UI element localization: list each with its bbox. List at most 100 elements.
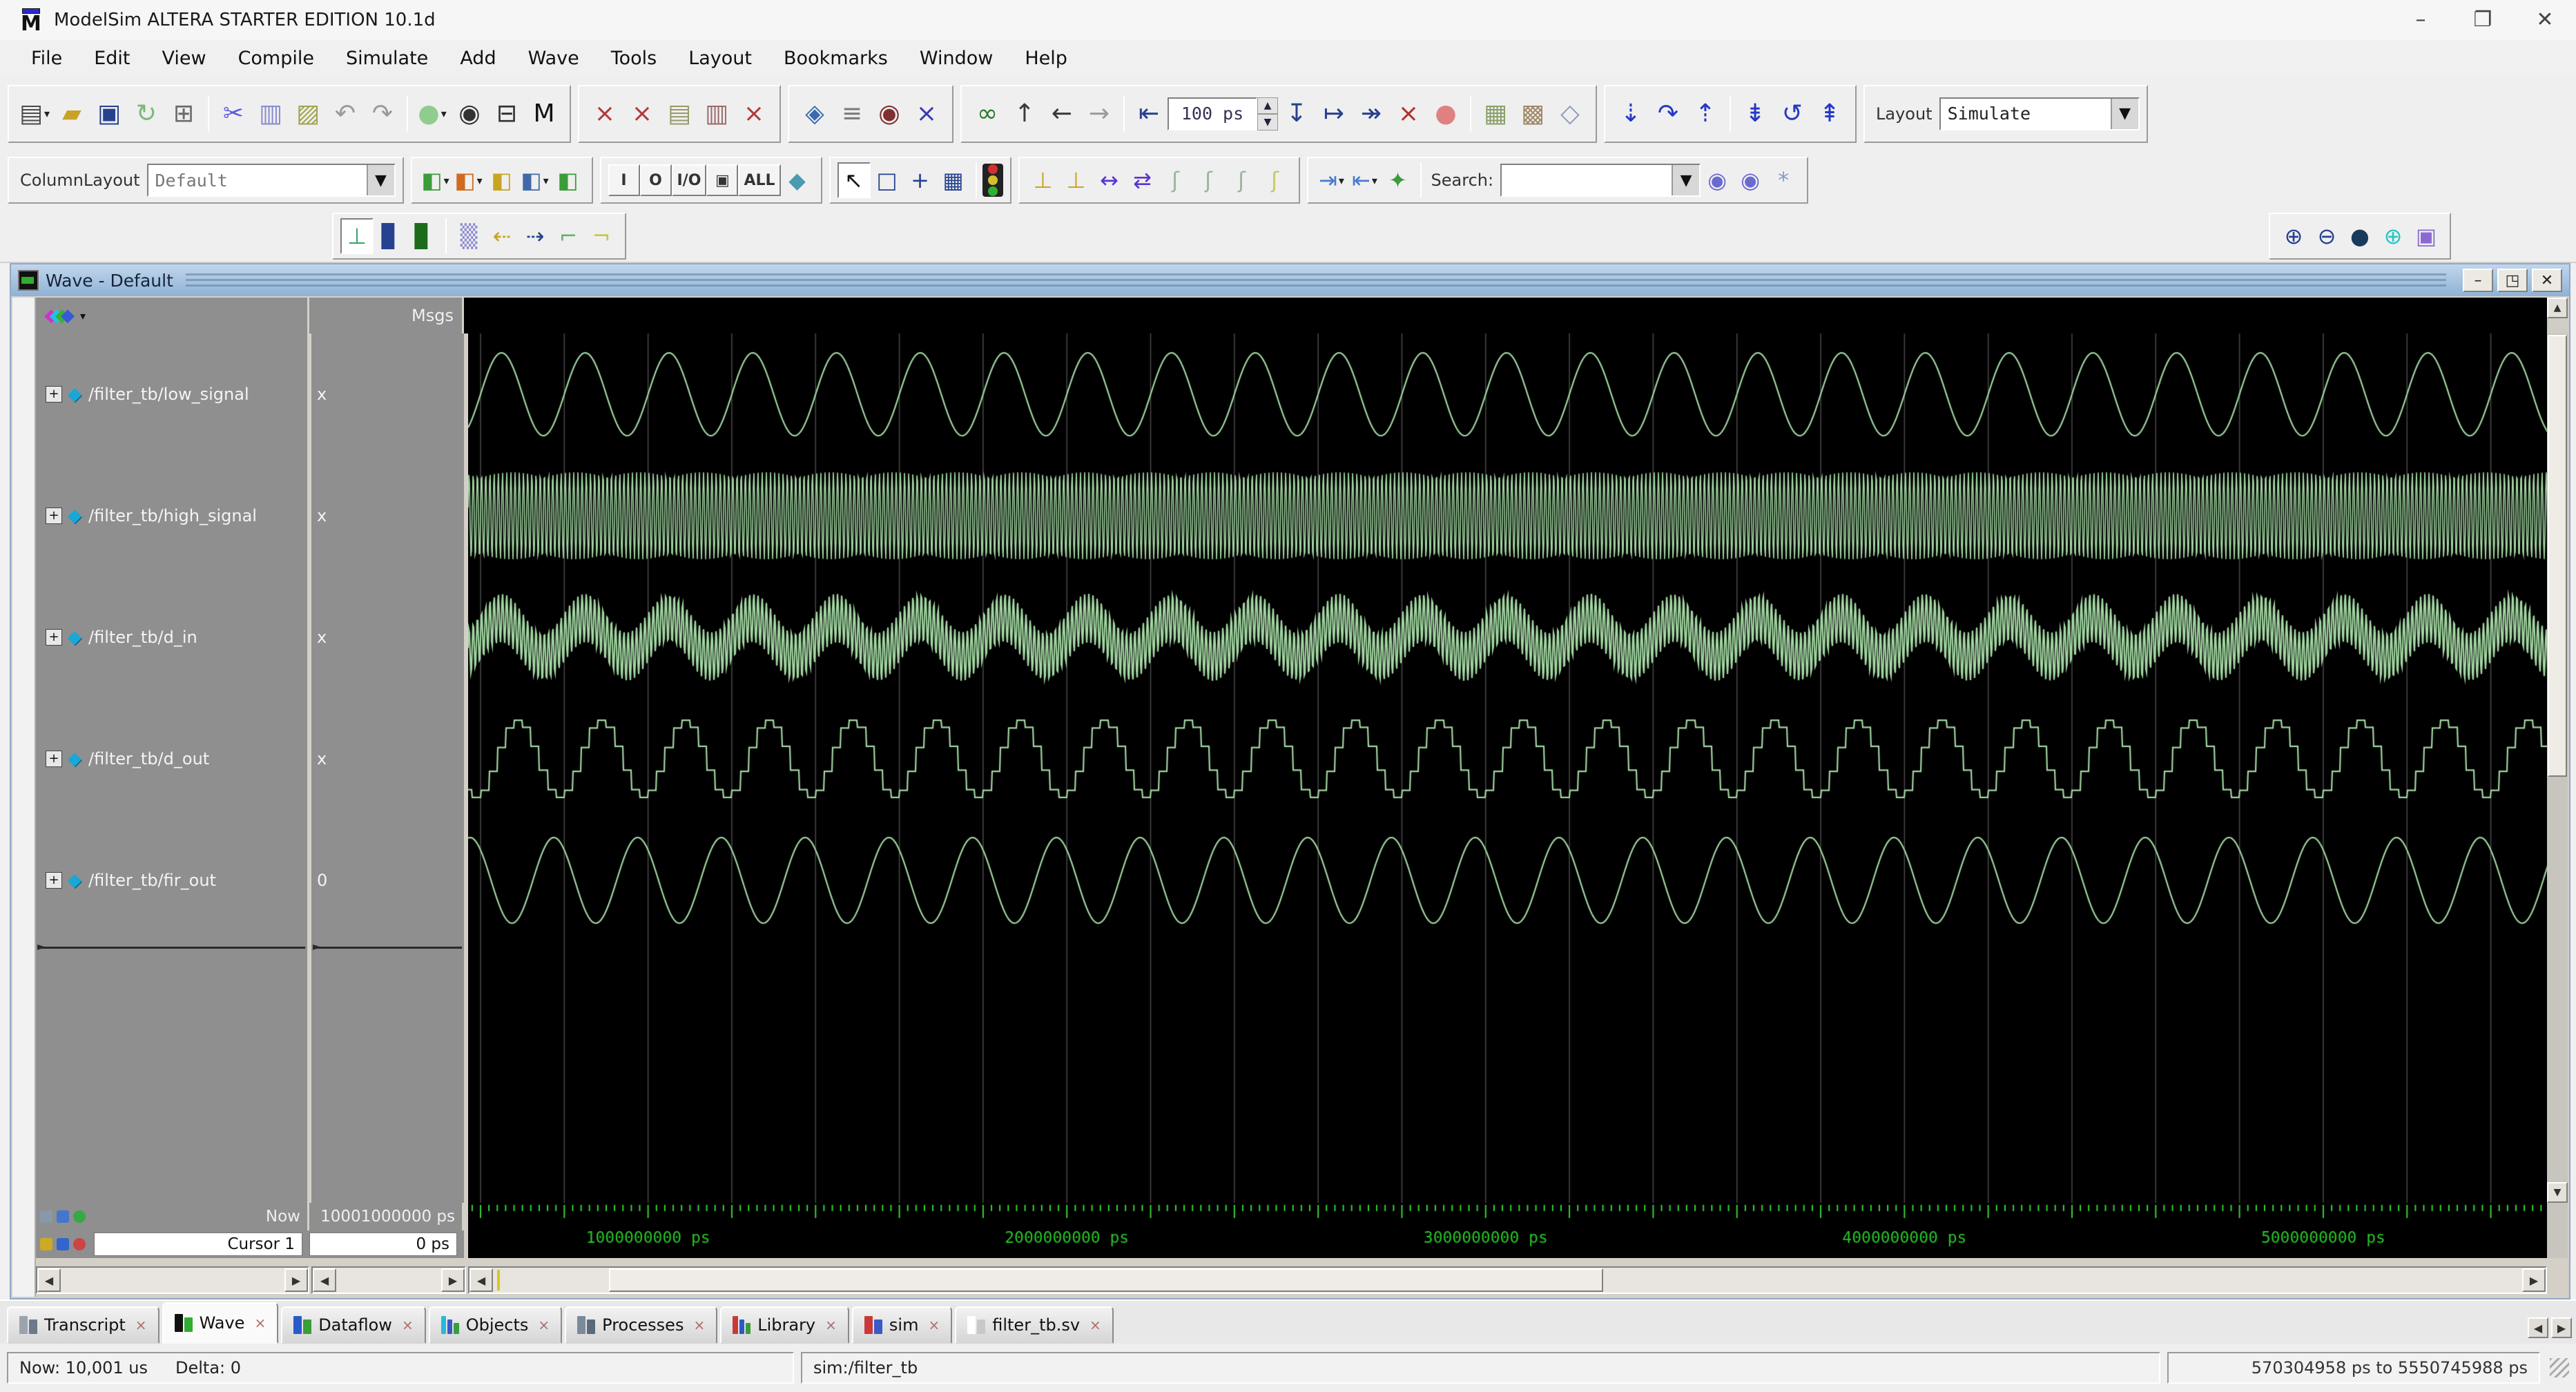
menu-compile[interactable]: Compile	[222, 44, 330, 73]
cursor-sync-icon[interactable]	[73, 1210, 86, 1224]
stretch-edge-button[interactable]: ↔	[1093, 162, 1126, 198]
edit-mode-button[interactable]: ▦	[937, 162, 970, 198]
expand-icon[interactable]: +	[46, 872, 62, 889]
mirror-wave-button[interactable]: ʃ	[1192, 162, 1226, 198]
continue-run-button[interactable]: ↦	[1315, 94, 1353, 134]
tab-wave[interactable]: Wave ×	[162, 1302, 279, 1344]
values-hscrollbar[interactable]: ◀ ▶	[311, 1266, 466, 1295]
toggle-full-names-button[interactable]: ▊	[407, 218, 440, 254]
stop-sign-button[interactable]: ●	[1427, 94, 1464, 134]
compile-all-button[interactable]: ≡	[833, 94, 871, 134]
cursor-pencil-icon[interactable]	[57, 1238, 69, 1251]
tab-filter-tb-sv[interactable]: filter_tb.sv ×	[955, 1306, 1114, 1344]
break-button[interactable]: ×	[908, 94, 945, 134]
pan-mode-button[interactable]: +	[904, 162, 937, 198]
values-scroll-left-icon[interactable]: ◀	[313, 1268, 336, 1293]
paste-wave-button[interactable]: ʃ	[1259, 162, 1292, 198]
expand-icon[interactable]: +	[46, 751, 62, 768]
collapse-all-time-button[interactable]: ✦	[1382, 162, 1415, 198]
expand-icon[interactable]: +	[46, 386, 62, 403]
names-scroll-left-icon[interactable]: ◀	[37, 1268, 61, 1293]
menu-simulate[interactable]: Simulate	[330, 44, 444, 73]
modelsim-m-button[interactable]: M	[525, 94, 563, 134]
insert-cursor-button[interactable]: ⊥	[340, 218, 374, 255]
msgs-column-header[interactable]: Msgs	[309, 298, 464, 334]
environment-button-dropdown-icon[interactable]: ▾	[441, 107, 447, 120]
performance-profile-button[interactable]: ▦	[1477, 94, 1514, 134]
menu-file[interactable]: File	[15, 44, 78, 73]
step-out-current-button[interactable]: ⇞	[1811, 94, 1848, 134]
signal-row[interactable]: + ◆ /filter_tb/d_in	[36, 577, 307, 698]
copy-button[interactable]: ▥	[252, 94, 289, 134]
previous-transition-button[interactable]: ⇠	[485, 218, 519, 254]
menu-tools[interactable]: Tools	[595, 44, 673, 73]
ports-in-filter-button[interactable]: I	[608, 164, 640, 197]
add-to-dataflow-button[interactable]: ◧	[552, 162, 585, 198]
tab-close-icon[interactable]: ×	[135, 1317, 147, 1333]
menu-edit[interactable]: Edit	[78, 44, 146, 73]
new-file-button-dropdown-icon[interactable]: ▾	[44, 107, 50, 120]
tab-library[interactable]: Library ×	[720, 1306, 849, 1344]
print-button[interactable]: ⊞	[165, 94, 202, 134]
menu-wave[interactable]: Wave	[512, 44, 595, 73]
move-edge-button[interactable]: ⇄	[1126, 162, 1159, 198]
wave-vertical-scrollbar[interactable]: ▼	[2547, 334, 2568, 1204]
menu-help[interactable]: Help	[1009, 44, 1083, 73]
add-to-list-button[interactable]: ◧ ▾	[452, 162, 485, 198]
signal-row[interactable]: + ◆ /filter_tb/high_signal	[36, 455, 307, 577]
search-input-dropdown-icon[interactable]: ▼	[1672, 165, 1700, 196]
menu-view[interactable]: View	[146, 44, 222, 73]
tab-dataflow[interactable]: Dataflow ×	[281, 1306, 426, 1344]
wave-hscroll-thumb[interactable]	[608, 1268, 1603, 1293]
zoom-range-button[interactable]: ▣	[2410, 218, 2443, 254]
menu-bookmarks[interactable]: Bookmarks	[768, 44, 904, 73]
zoom-mode-button[interactable]: □	[871, 162, 904, 198]
minimize-icon[interactable]: –	[2390, 2, 2452, 38]
names-hscrollbar[interactable]: ◀ ▶	[36, 1266, 309, 1295]
step-into-button[interactable]: ⇣	[1612, 94, 1649, 134]
stop-pointer-button[interactable]: ×	[735, 94, 773, 134]
tab-close-icon[interactable]: ×	[402, 1317, 414, 1333]
simulate-button[interactable]: ◉	[871, 94, 908, 134]
signal-group-icon[interactable]: ◆ ◆ ◆ ◆ ▾	[44, 305, 86, 326]
kill-right-button[interactable]: ×	[623, 94, 661, 134]
wave-close-icon[interactable]: ✕	[2532, 269, 2562, 293]
cursor-edit-icon[interactable]	[57, 1210, 69, 1224]
values-scroll-right-icon[interactable]: ▶	[441, 1268, 465, 1293]
tab-close-icon[interactable]: ×	[928, 1317, 940, 1333]
cut-wave-button[interactable]: ʃ	[1226, 162, 1259, 198]
ports-internal-filter-button[interactable]: ▣	[706, 164, 739, 197]
stop-light-button[interactable]	[982, 164, 1003, 197]
toggle-leaf-names-button[interactable]: ▊	[374, 218, 407, 254]
paste-button[interactable]: ▨	[289, 94, 327, 134]
search-options-button[interactable]: *	[1767, 162, 1800, 198]
signal-name[interactable]: /filter_tb/d_in	[88, 628, 197, 647]
show-source-button[interactable]: ▤	[661, 94, 698, 134]
zoom-in-button[interactable]: ⊕	[2277, 218, 2310, 254]
expand-time-button-dropdown-icon[interactable]: ▾	[1339, 174, 1344, 187]
search-forward-button[interactable]: ◉	[1701, 162, 1734, 198]
timeline-ruler[interactable]	[468, 1203, 2554, 1259]
wave-undock-icon[interactable]: ◳	[2497, 269, 2528, 293]
run-length-down-icon[interactable]: ▼	[1257, 113, 1278, 130]
tab-processes[interactable]: Processes ×	[565, 1306, 718, 1344]
find-button[interactable]: ◉	[451, 94, 488, 134]
menu-window[interactable]: Window	[904, 44, 1009, 73]
signal-name[interactable]: /filter_tb/low_signal	[88, 385, 249, 404]
restore-icon[interactable]: ❐	[2452, 2, 2514, 38]
step-out-button[interactable]: ⇡	[1687, 94, 1724, 134]
expand-icon[interactable]: +	[46, 629, 62, 646]
select-mode-button[interactable]: ↖	[837, 162, 871, 199]
next-transition-button[interactable]: ⇢	[519, 218, 552, 254]
insert-pulse-button[interactable]: ⊥	[1027, 162, 1060, 198]
close-icon[interactable]: ✕	[2514, 2, 2576, 38]
vscroll-thumb[interactable]	[2548, 335, 2567, 777]
tab-close-icon[interactable]: ×	[254, 1315, 266, 1331]
zoom-cursor-button[interactable]: ⊕	[2376, 218, 2410, 254]
run-all-button[interactable]: ↠	[1353, 94, 1390, 134]
layout-select-dropdown-icon[interactable]: ▼	[2110, 98, 2138, 129]
signal-row[interactable]: + ◆ /filter_tb/fir_out	[36, 820, 307, 941]
tab-objects[interactable]: Objects ×	[428, 1306, 563, 1344]
cursor1-name-cell[interactable]: Cursor 1	[94, 1232, 302, 1257]
cursor-delete-icon[interactable]	[73, 1238, 86, 1251]
